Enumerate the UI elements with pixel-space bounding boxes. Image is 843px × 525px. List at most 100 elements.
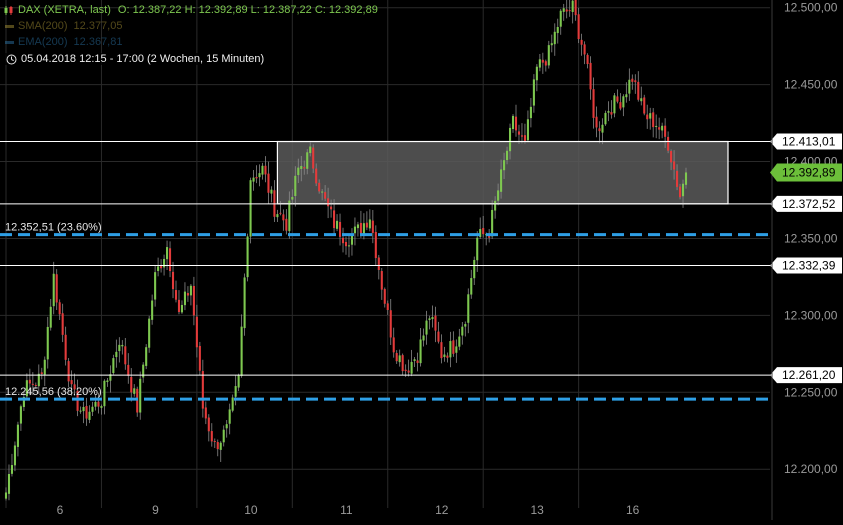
candle-body <box>118 344 121 352</box>
candle-body <box>422 335 425 341</box>
candle-body <box>681 183 685 197</box>
legend-title-row: DAX (XETRA, last) O: 12.387,22 H: 12.392… <box>3 2 378 18</box>
candle-body <box>562 8 565 12</box>
legend-ema-row: EMA(200) 12.367,81 <box>3 34 378 50</box>
ohlc-readout: O: 12.387,22 H: 12.392,89 L: 12.387,22 C… <box>117 4 378 16</box>
candle-body <box>7 474 11 494</box>
candle-body <box>541 59 544 63</box>
candle-body <box>258 173 261 178</box>
x-tick-label: 16 <box>626 503 640 517</box>
candle-body <box>553 31 556 45</box>
chart-svg: 12.413,01 12.372,52 12.332,39 12.261,20 12.3… <box>0 0 843 520</box>
sr-level-tag: 12.261,20 <box>770 367 842 384</box>
candle-body <box>219 442 222 450</box>
candle-body <box>416 360 419 363</box>
range-text: 05.04.2018 12:15 - 17:00 (2 Wochen, 15 M… <box>21 53 265 65</box>
candle-body <box>347 245 351 247</box>
candle-body <box>88 411 91 420</box>
candle-body <box>640 98 643 102</box>
dax-chart[interactable]: 12.413,01 12.372,52 12.332,39 12.261,20 12.3… <box>0 0 843 520</box>
candle-body <box>506 150 509 161</box>
candle-body <box>145 347 148 366</box>
candle-body <box>482 228 485 235</box>
candle-body <box>380 271 383 290</box>
legend-sma-row: SMA(200) 12.377,05 <box>3 18 378 34</box>
candle-body <box>70 380 73 385</box>
candle-body <box>529 106 532 119</box>
candle-body <box>547 45 550 66</box>
candle-body <box>192 285 195 316</box>
candle-body <box>67 361 70 382</box>
candle-body <box>661 125 664 131</box>
candle-body <box>228 409 231 424</box>
candle-body <box>607 111 610 113</box>
candle-body <box>261 165 264 175</box>
candle-body <box>523 135 526 141</box>
candle-body <box>58 302 61 315</box>
candle-body <box>398 355 401 363</box>
candle-body <box>288 200 291 232</box>
candle-body <box>186 293 189 296</box>
candle-body <box>309 146 312 154</box>
candle-body <box>497 190 500 201</box>
candle-body <box>550 43 553 46</box>
candle-body <box>49 306 52 328</box>
candle-body <box>16 424 19 447</box>
chart-background <box>0 0 843 520</box>
candle-body <box>303 167 306 169</box>
candle-body <box>559 10 562 27</box>
candle-body <box>655 125 658 127</box>
candle-body <box>333 210 336 229</box>
candle-body <box>28 379 31 384</box>
candle-body <box>598 128 601 132</box>
candle-body <box>365 222 368 228</box>
candle-body <box>574 0 577 16</box>
candle-body <box>464 324 467 327</box>
candle-body <box>130 376 133 393</box>
candle-body <box>652 112 655 128</box>
candle-body <box>163 258 166 268</box>
candle-body <box>514 116 518 131</box>
candle-body <box>267 173 270 193</box>
candle-body <box>330 206 333 210</box>
candle-body <box>520 135 524 137</box>
candle-body <box>279 212 282 214</box>
candle-body <box>631 78 634 82</box>
candle-body <box>154 272 157 300</box>
candle-body <box>616 96 619 102</box>
sr-level-label: 12.413,01 <box>782 135 836 149</box>
candle-body <box>13 445 16 466</box>
candle-body <box>535 66 538 81</box>
candle-body <box>318 182 321 192</box>
candle-body <box>667 136 670 151</box>
candle-body <box>177 299 181 313</box>
candle-body <box>127 364 130 376</box>
candle-body <box>180 304 184 313</box>
price-zone[interactable] <box>276 140 729 205</box>
sr-level-tag: 12.332,39 <box>770 257 842 274</box>
candle-body <box>601 124 604 133</box>
candle-body <box>494 200 497 211</box>
candle-body <box>646 114 649 120</box>
y-tick-label: 12.450,00 <box>784 78 838 92</box>
candle-body <box>395 352 398 362</box>
candle-body <box>452 340 455 354</box>
sma-label: SMA(200) <box>18 20 68 32</box>
candle-body <box>637 81 640 100</box>
candle-body <box>139 378 142 413</box>
candle-body <box>532 79 535 106</box>
candle-body <box>249 180 252 237</box>
candle-body <box>243 277 246 329</box>
candle-body <box>19 406 22 424</box>
candle-body <box>216 442 219 450</box>
candle-body <box>470 278 473 295</box>
sr-level-label: 12.261,20 <box>782 368 836 382</box>
candle-body <box>508 127 512 152</box>
candle-body <box>195 316 198 348</box>
candle-body <box>327 198 330 207</box>
candle-body <box>240 326 243 377</box>
candle-body <box>270 189 273 194</box>
y-tick-label: 12.250,00 <box>784 385 838 399</box>
range-badge[interactable]: 05.04.2018 12:15 - 17:00 (2 Wochen, 15 M… <box>3 53 268 65</box>
candle-body <box>115 351 118 358</box>
